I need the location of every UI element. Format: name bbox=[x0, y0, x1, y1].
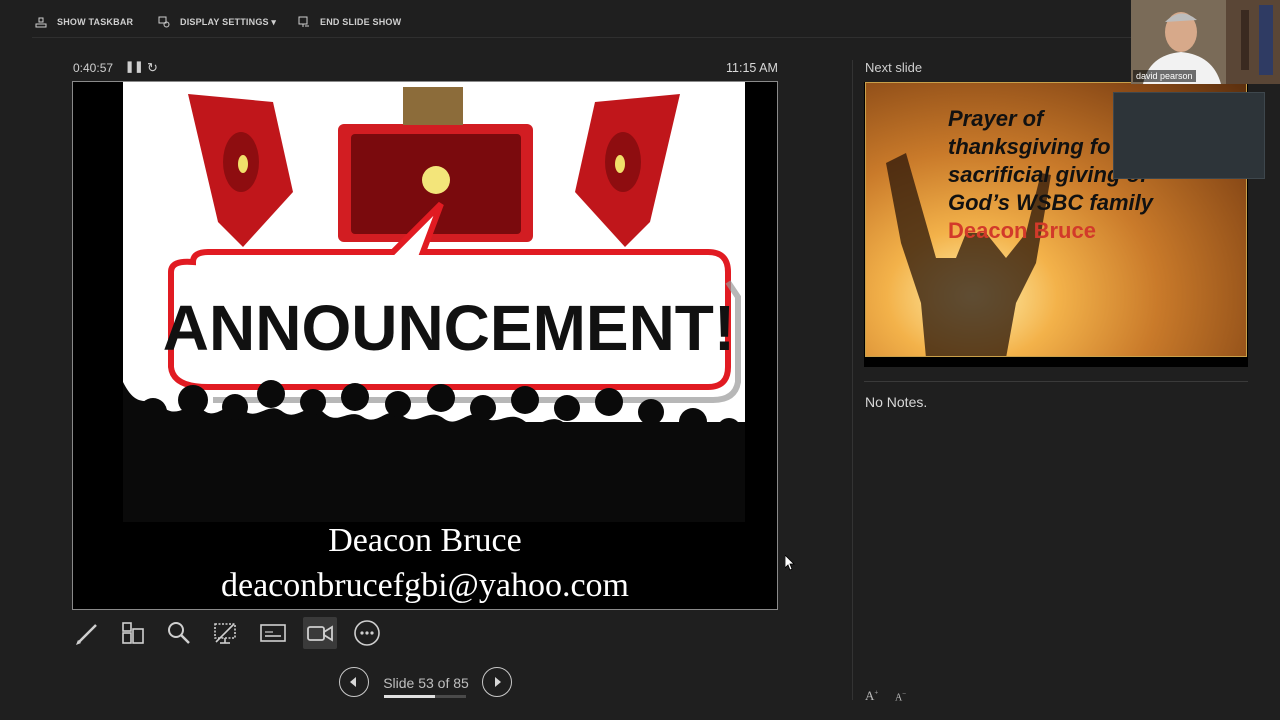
end-slide-show-label: END SLIDE SHOW bbox=[320, 17, 402, 27]
notes-divider bbox=[864, 381, 1248, 382]
next-line-4: God’s WSBC family bbox=[948, 190, 1153, 215]
next-slide-label: Next slide bbox=[865, 60, 923, 75]
display-settings-label: DISPLAY SETTINGS ▾ bbox=[180, 16, 277, 27]
toolbar-divider bbox=[32, 37, 1132, 38]
more-icon bbox=[354, 620, 380, 646]
pen-icon bbox=[76, 624, 97, 645]
see-all-slides-button[interactable] bbox=[116, 617, 150, 649]
slide-counter[interactable]: Slide 53 of 85 bbox=[380, 675, 472, 691]
show-taskbar-button[interactable]: SHOW TASKBAR bbox=[35, 14, 133, 30]
pause-timer-icon[interactable]: ❚❚ bbox=[125, 60, 143, 73]
display-settings-button[interactable]: DISPLAY SETTINGS ▾ bbox=[158, 14, 276, 30]
black-screen-button[interactable] bbox=[208, 617, 242, 649]
zoom-button[interactable] bbox=[162, 617, 196, 649]
slide-caption-name: Deacon Bruce bbox=[328, 522, 522, 559]
increase-font-button[interactable]: A+ bbox=[865, 688, 878, 704]
previous-arrow-icon bbox=[350, 677, 356, 687]
pen-tool-button[interactable] bbox=[70, 617, 104, 649]
pane-divider bbox=[852, 60, 853, 700]
mouse-cursor-icon bbox=[785, 555, 795, 571]
end-slide-show-button[interactable]: END SLIDE SHOW bbox=[298, 14, 401, 30]
current-time: 11:15 AM bbox=[726, 61, 778, 75]
webcam-name-tag: david pearson bbox=[1133, 70, 1196, 82]
magnifier-icon bbox=[168, 622, 190, 644]
speaker-notes[interactable]: No Notes. bbox=[865, 394, 927, 410]
previous-slide-button[interactable] bbox=[339, 667, 369, 697]
announcement-text: ANNOUNCEMENT! bbox=[163, 292, 735, 364]
screen-off-icon bbox=[214, 623, 236, 644]
subtitles-icon bbox=[260, 624, 286, 642]
elapsed-timer: 0:40:57 bbox=[73, 61, 114, 75]
display-settings-icon bbox=[158, 16, 170, 28]
restart-timer-icon[interactable]: ↻ bbox=[147, 60, 158, 76]
webcam-video: david pearson bbox=[1131, 0, 1280, 84]
current-slide[interactable]: ANNOUNCEMENT! Deacon Bruce deaconbrucefg… bbox=[72, 81, 778, 610]
end-show-icon bbox=[298, 16, 309, 27]
next-highlight: Deacon Bruce bbox=[948, 218, 1096, 243]
video-camera-icon bbox=[307, 625, 333, 642]
slide-progress-bar bbox=[384, 695, 466, 698]
grid-icon bbox=[122, 622, 144, 644]
taskbar-icon bbox=[35, 17, 47, 28]
show-taskbar-label: SHOW TASKBAR bbox=[57, 17, 134, 27]
next-arrow-icon bbox=[495, 677, 501, 687]
more-options-button[interactable] bbox=[350, 617, 384, 649]
increase-font-label: A bbox=[865, 688, 875, 703]
announcement-graphic: ANNOUNCEMENT! bbox=[123, 82, 745, 522]
subtitles-button[interactable] bbox=[256, 617, 290, 649]
decrease-font-button[interactable]: A− bbox=[895, 690, 906, 703]
slide-caption-email: deaconbrucefgbi@yahoo.com bbox=[221, 567, 629, 604]
slide-progress-fill bbox=[384, 695, 436, 698]
next-slide-button[interactable] bbox=[482, 667, 512, 697]
webcam-placeholder bbox=[1113, 92, 1265, 179]
camera-toggle-button[interactable] bbox=[303, 617, 337, 649]
